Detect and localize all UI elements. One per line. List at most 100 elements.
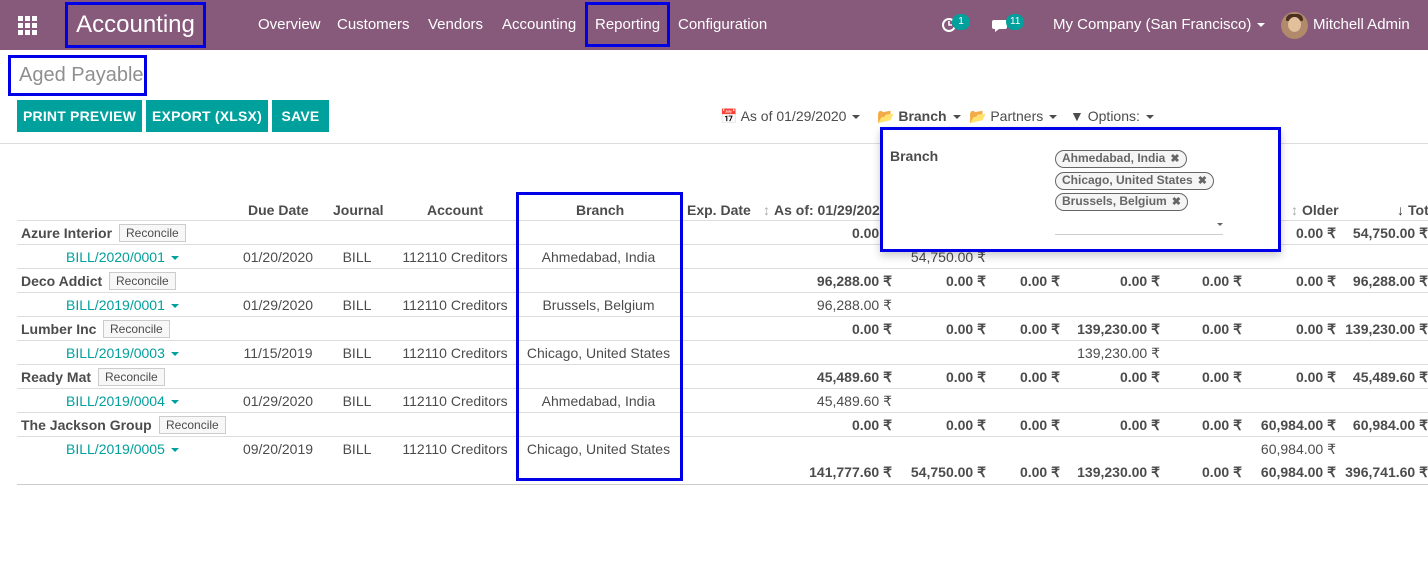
reconcile-button[interactable]: Reconcile — [98, 368, 165, 386]
chevron-down-icon — [852, 115, 861, 120]
chevron-down-icon[interactable] — [1217, 223, 1223, 226]
chevron-down-icon — [952, 115, 961, 120]
app-brand[interactable]: Accounting — [65, 2, 206, 48]
company-switcher[interactable]: My Company (San Francisco) — [1053, 0, 1266, 50]
table-bottom-border — [17, 484, 1428, 485]
partners-filter-label: Partners — [990, 108, 1044, 124]
partner-amount: 96,288.00 ₹ — [1352, 273, 1428, 289]
table-row: BILL/2019/0005 09/20/2019 BILL 112110 Cred… — [17, 436, 1428, 460]
folder-open-icon: 📂 — [877, 108, 895, 124]
print-preview-button[interactable]: PRINT PREVIEW — [17, 100, 142, 132]
line-amount: 60,984.00 ₹ — [1260, 441, 1336, 457]
avatar[interactable] — [1281, 12, 1308, 39]
apps-menu-icon[interactable] — [18, 16, 37, 35]
journal: BILL — [342, 249, 372, 265]
remove-tag-icon[interactable]: ✖ — [1170, 153, 1179, 165]
branch-tag-label: Ahmedabad, India — [1062, 151, 1166, 165]
partner-amount: 45,489.60 ₹ — [1352, 369, 1428, 385]
date-filter[interactable]: 📅 As of 01/29/2020 — [720, 100, 861, 132]
reconcile-button[interactable]: Reconcile — [103, 320, 170, 338]
user-name: Mitchell Admin — [1313, 16, 1410, 33]
remove-tag-icon[interactable]: ✖ — [1198, 175, 1207, 187]
reconcile-button[interactable]: Reconcile — [109, 272, 176, 290]
partner-row[interactable]: The Jackson Group Reconcile 0.00 ₹0.00 ₹0.… — [17, 412, 1428, 436]
line-amount: 96,288.00 ₹ — [816, 297, 892, 313]
partner-row[interactable]: Ready Mat Reconcile 45,489.60 ₹0.00 ₹0.00 … — [17, 364, 1428, 388]
bill-reference-link[interactable]: BILL/2019/0004 — [66, 389, 179, 413]
account: 112110 Creditors — [402, 297, 508, 313]
chevron-down-icon[interactable] — [170, 400, 179, 405]
options-filter-label: Options: — [1087, 108, 1140, 124]
branch-tag: Brussels, Belgium ✖ — [1055, 193, 1188, 211]
due-date: 01/29/2020 — [242, 393, 314, 409]
save-button[interactable]: SAVE — [272, 100, 329, 132]
partner-amount: 60,984.00 ₹ — [1352, 417, 1428, 433]
due-date: 11/15/2019 — [243, 345, 313, 361]
account: 112110 Creditors — [402, 249, 508, 265]
menu-configuration[interactable]: Configuration — [678, 0, 767, 50]
branch-filter-label: Branch — [898, 108, 947, 124]
branch-tag: Ahmedabad, India ✖ — [1055, 150, 1187, 168]
menu-accounting[interactable]: Accounting — [502, 0, 576, 50]
company-name: My Company (San Francisco) — [1053, 16, 1252, 33]
due-date: 09/20/2019 — [242, 441, 314, 457]
chevron-down-icon — [1257, 23, 1266, 28]
menu-vendors[interactable]: Vendors — [428, 0, 483, 50]
header-as-of-label: As of: 01/29/2020 — [774, 202, 888, 218]
header-older-label: Older — [1302, 202, 1339, 218]
due-date: 01/29/2020 — [242, 297, 314, 313]
activity-badge: 1 — [952, 14, 970, 30]
remove-tag-icon[interactable]: ✖ — [1172, 196, 1181, 208]
grand-total-amount: 396,741.60 ₹ — [1345, 464, 1428, 480]
partner-name[interactable]: Deco Addict — [21, 269, 102, 293]
table-row: BILL/2019/0001 01/29/2020 BILL 112110 Cred… — [17, 292, 1428, 316]
filter-icon: ▼ — [1070, 108, 1084, 124]
user-menu[interactable]: Mitchell Admin — [1313, 0, 1410, 50]
line-amount: 139,230.00 ₹ — [1077, 345, 1160, 361]
partner-row[interactable]: Lumber Inc Reconcile 0.00 ₹0.00 ₹0.00 ₹139… — [17, 316, 1428, 340]
date-filter-label: As of 01/29/2020 — [740, 108, 847, 124]
partner-amount: 54,750.00 ₹ — [1352, 225, 1428, 241]
chevron-down-icon — [1049, 115, 1058, 120]
partner-name[interactable]: Lumber Inc — [21, 317, 96, 341]
bill-reference-link[interactable]: BILL/2019/0003 — [66, 341, 179, 365]
reconcile-button[interactable]: Reconcile — [119, 224, 186, 242]
branch-column-highlight — [516, 192, 683, 481]
due-date: 01/20/2020 — [242, 249, 314, 265]
reconcile-button[interactable]: Reconcile — [159, 416, 226, 434]
partner-name[interactable]: The Jackson Group — [21, 413, 152, 437]
chevron-down-icon[interactable] — [170, 304, 179, 309]
menu-customers[interactable]: Customers — [337, 0, 410, 50]
chevron-down-icon[interactable] — [170, 352, 179, 357]
partner-name[interactable]: Ready Mat — [21, 365, 91, 389]
branch-tag-label: Brussels, Belgium — [1062, 194, 1167, 208]
menu-reporting[interactable]: Reporting — [585, 2, 671, 47]
header-total-label: Total — [1408, 202, 1428, 218]
journal: BILL — [342, 441, 372, 457]
page-title: Aged Payable — [8, 55, 147, 96]
messages-badge: 11 — [1006, 14, 1025, 30]
account: 112110 Creditors — [402, 345, 508, 361]
partner-row[interactable]: Deco Addict Reconcile 96,288.00 ₹0.00 ₹0.0… — [17, 268, 1428, 292]
account: 112110 Creditors — [402, 393, 508, 409]
partner-name[interactable]: Azure Interior — [21, 221, 112, 245]
chevron-down-icon[interactable] — [170, 256, 179, 261]
branch-dropdown-label: Branch — [890, 148, 939, 164]
bill-reference-link[interactable]: BILL/2020/0001 — [66, 245, 179, 269]
bill-reference-link[interactable]: BILL/2019/0001 — [66, 293, 179, 317]
branch-dropdown: Branch Ahmedabad, India ✖ Chicago, United… — [880, 127, 1281, 252]
bill-reference-link[interactable]: BILL/2019/0005 — [66, 437, 179, 461]
branch-tag-label: Chicago, United States — [1062, 173, 1193, 187]
menu-overview[interactable]: Overview — [258, 0, 321, 50]
journal: BILL — [342, 393, 372, 409]
calendar-icon: 📅 — [720, 108, 738, 124]
line-amount: 45,489.60 ₹ — [816, 393, 892, 409]
table-row: BILL/2019/0004 01/29/2020 BILL 112110 Cred… — [17, 388, 1428, 412]
account: 112110 Creditors — [402, 441, 508, 457]
branch-search-input[interactable] — [1055, 215, 1223, 235]
journal: BILL — [342, 345, 372, 361]
export-xlsx-button[interactable]: EXPORT (XLSX) — [146, 100, 268, 132]
chevron-down-icon — [1145, 115, 1154, 120]
chevron-down-icon[interactable] — [170, 448, 179, 453]
top-navbar: Accounting Overview Customers Vendors Ac… — [0, 0, 1428, 50]
